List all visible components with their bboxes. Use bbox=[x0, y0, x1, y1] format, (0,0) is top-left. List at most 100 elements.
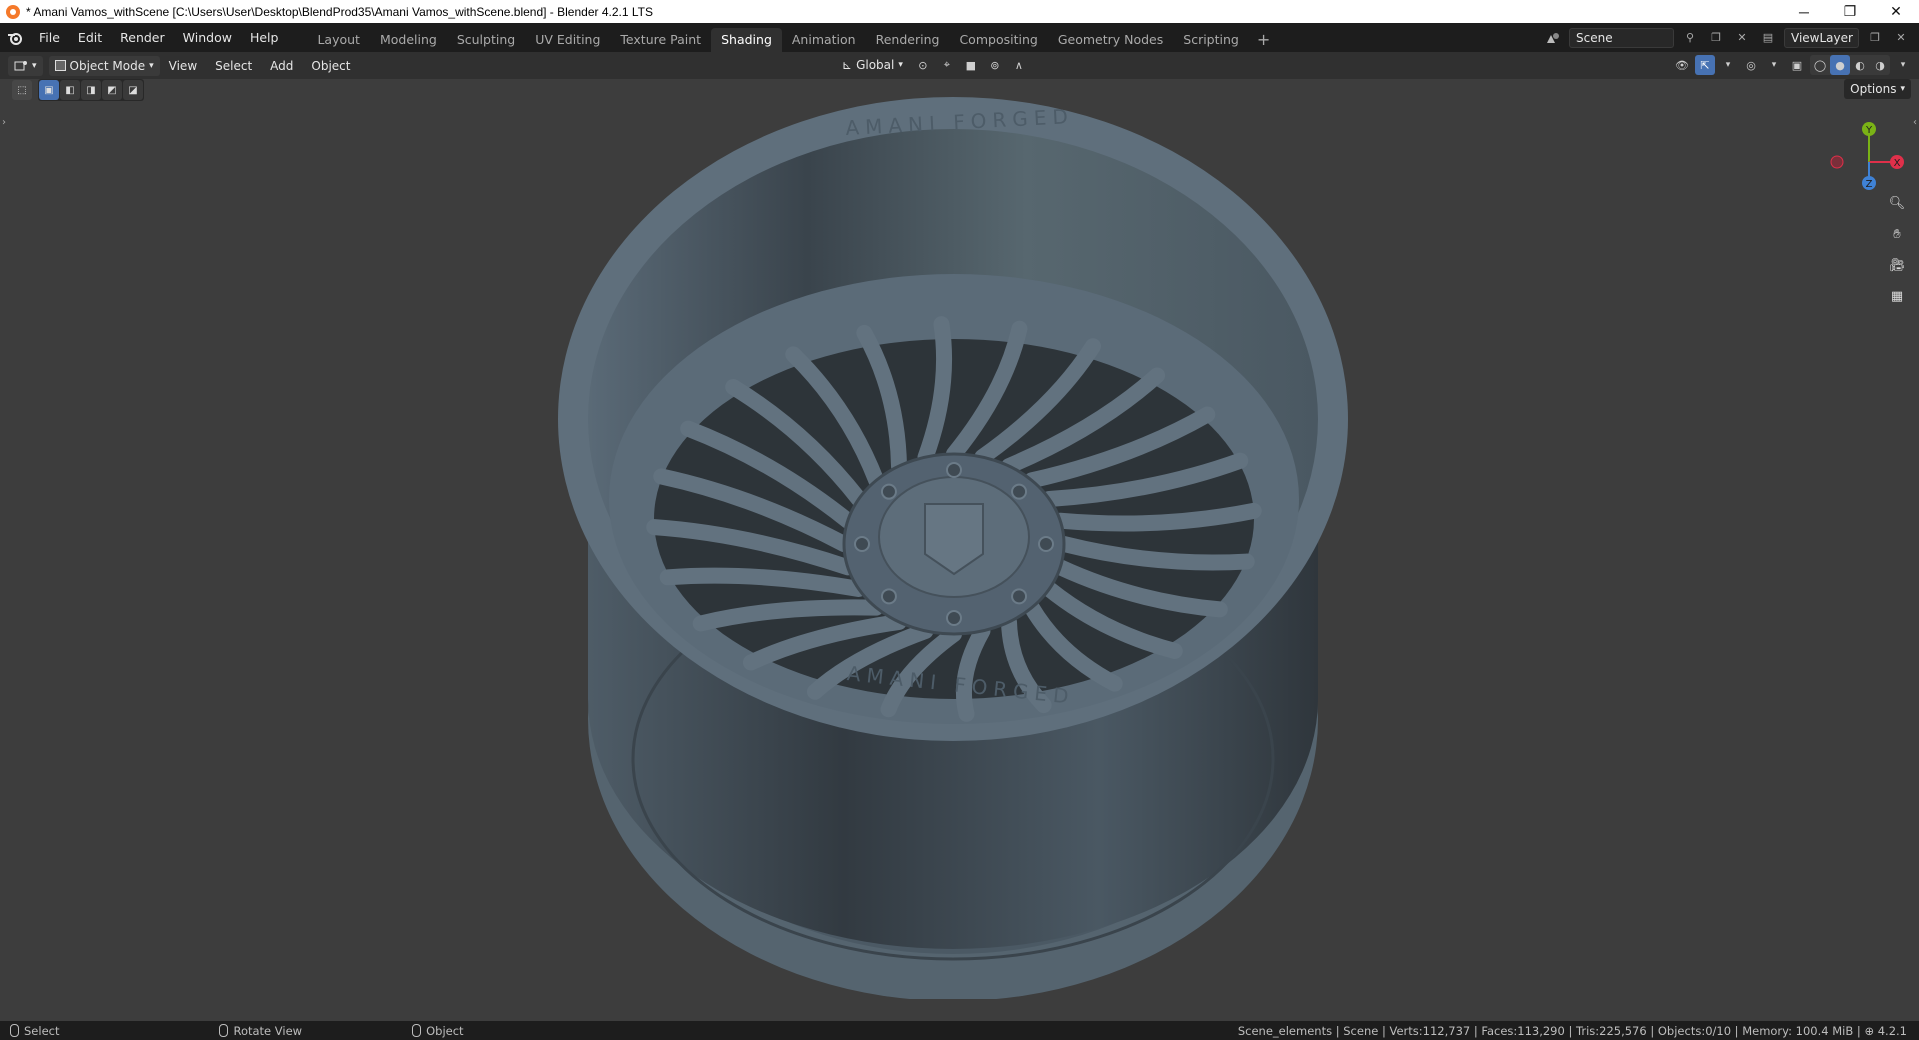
viewport-header: ▾ Object Mode ▾ View Select Add Object ⊾… bbox=[0, 52, 1919, 79]
menu-file[interactable]: File bbox=[30, 27, 69, 49]
rendered-shading-icon[interactable]: ◑ bbox=[1870, 55, 1890, 75]
menu-window[interactable]: Window bbox=[174, 27, 241, 49]
select-extend-icon[interactable]: ◧ bbox=[60, 80, 80, 100]
tab-texture-paint[interactable]: Texture Paint bbox=[610, 28, 711, 52]
mouse-left-icon bbox=[10, 1024, 19, 1037]
menu-render[interactable]: Render bbox=[111, 27, 174, 49]
mouse-right-icon bbox=[412, 1024, 422, 1037]
material-preview-icon[interactable]: ◐ bbox=[1850, 55, 1870, 75]
mode-label: Object Mode bbox=[69, 58, 146, 73]
gizmo-toggle-icon[interactable]: ⇱ bbox=[1695, 55, 1715, 75]
wireframe-shading-icon[interactable]: ◯ bbox=[1810, 55, 1830, 75]
select-subtract-icon[interactable]: ◨ bbox=[81, 80, 101, 100]
shading-dropdown-icon[interactable]: ▾ bbox=[1893, 55, 1913, 75]
version-label: 4.2.1 bbox=[1877, 1023, 1907, 1038]
window-titlebar: * Amani Vamos_withScene [C:\Users\User\D… bbox=[0, 0, 1919, 23]
lug-hole bbox=[1011, 483, 1028, 500]
mode-dropdown[interactable]: Object Mode ▾ bbox=[48, 55, 160, 76]
gizmo-x-label: X bbox=[1894, 158, 1901, 169]
new-view-layer-icon[interactable]: ❐ bbox=[1865, 28, 1885, 48]
scene-icon[interactable] bbox=[1543, 28, 1563, 48]
view-layer-icon[interactable]: ▤ bbox=[1758, 28, 1778, 48]
tab-animation[interactable]: Animation bbox=[782, 28, 866, 52]
chevron-down-icon: ▾ bbox=[1900, 84, 1905, 94]
blender-logo-icon[interactable] bbox=[0, 23, 30, 52]
lug-hole bbox=[1038, 536, 1054, 552]
viewport-menu-object[interactable]: Object bbox=[302, 56, 359, 76]
menu-help[interactable]: Help bbox=[241, 27, 288, 49]
viewport-display-tools: 👁 ⇱ ▾ ◎ ▾ ▣ ◯ ● ◐ ◑ ▾ bbox=[1672, 55, 1913, 75]
editor-type-dropdown[interactable]: ▾ bbox=[8, 55, 43, 76]
minimize-button[interactable]: ─ bbox=[1781, 0, 1827, 23]
navigation-gizmo[interactable]: Y X Z bbox=[1819, 117, 1919, 197]
scene-name-field[interactable]: Scene bbox=[1569, 27, 1674, 48]
toolbar-expand-arrow[interactable]: › bbox=[2, 117, 6, 128]
add-workspace-button[interactable]: + bbox=[1249, 28, 1278, 52]
gizmo-neg-x-axis[interactable] bbox=[1830, 155, 1844, 169]
pin-icon[interactable]: ⚲ bbox=[1680, 28, 1700, 48]
lug-hole bbox=[946, 610, 962, 626]
options-label: Options bbox=[1850, 82, 1897, 96]
select-tool-icon[interactable]: ⬚ bbox=[12, 80, 32, 100]
tab-modeling[interactable]: Modeling bbox=[370, 28, 447, 52]
xray-toggle-icon[interactable]: ▣ bbox=[1787, 55, 1807, 75]
select-new-icon[interactable]: ▣ bbox=[39, 80, 59, 100]
delete-view-layer-icon[interactable]: ✕ bbox=[1891, 28, 1911, 48]
new-scene-icon[interactable]: ❐ bbox=[1706, 28, 1726, 48]
tab-layout[interactable]: Layout bbox=[307, 28, 370, 52]
snap-target-icon[interactable]: ■ bbox=[961, 55, 981, 75]
wheel-3d-model[interactable]: AMANI FORGED AMANI FORGED bbox=[540, 89, 1380, 999]
status-object-hint: Object bbox=[412, 1023, 464, 1038]
zoom-icon[interactable]: 🔍︎ bbox=[1885, 191, 1909, 215]
overlay-dropdown-icon[interactable]: ▾ bbox=[1764, 55, 1784, 75]
globe-icon: ⊕ bbox=[1864, 1023, 1878, 1038]
status-object-label: Object bbox=[426, 1023, 464, 1038]
status-select-hint: Select bbox=[10, 1024, 59, 1038]
object-mode-icon bbox=[54, 60, 66, 71]
snap-icon[interactable]: ⌖ bbox=[937, 55, 957, 75]
perspective-toggle-icon[interactable]: ▦ bbox=[1885, 284, 1909, 308]
lug-hole bbox=[880, 483, 897, 500]
view-layer-field[interactable]: ViewLayer bbox=[1784, 27, 1859, 48]
close-button[interactable]: ✕ bbox=[1873, 0, 1919, 23]
pivot-point-icon[interactable]: ⊙ bbox=[913, 55, 933, 75]
solid-shading-icon[interactable]: ● bbox=[1830, 55, 1850, 75]
select-intersect-icon[interactable]: ◪ bbox=[123, 80, 143, 100]
tab-compositing[interactable]: Compositing bbox=[949, 28, 1047, 52]
selection-mode-group: ▣ ◧ ◨ ◩ ◪ bbox=[38, 79, 144, 101]
falloff-icon[interactable]: ∧ bbox=[1009, 55, 1029, 75]
window-title: * Amani Vamos_withScene [C:\Users\User\D… bbox=[26, 4, 653, 19]
shading-mode-group: ◯ ● ◐ ◑ bbox=[1810, 55, 1890, 75]
pan-hand-icon[interactable]: ✋︎ bbox=[1885, 222, 1909, 246]
3d-viewport[interactable]: ⬚ ▣ ◧ ◨ ◩ ◪ Options ▾ › ‹ Y X Z 🔍︎ ✋︎ 🎥︎… bbox=[0, 79, 1919, 1021]
select-invert-icon[interactable]: ◩ bbox=[102, 80, 122, 100]
tab-rendering[interactable]: Rendering bbox=[866, 28, 950, 52]
options-dropdown[interactable]: Options ▾ bbox=[1844, 79, 1911, 99]
blender-app-icon bbox=[6, 4, 20, 19]
stats-text: Scene_elements | Scene | Verts:112,737 |… bbox=[1237, 1023, 1861, 1038]
gizmo-z-label: Z bbox=[1866, 179, 1873, 190]
visibility-icon[interactable]: 👁 bbox=[1672, 55, 1692, 75]
gizmo-dropdown-icon[interactable]: ▾ bbox=[1718, 55, 1738, 75]
camera-view-icon[interactable]: 🎥︎ bbox=[1885, 253, 1909, 277]
lug-hole bbox=[946, 462, 962, 478]
delete-scene-icon[interactable]: ✕ bbox=[1732, 28, 1752, 48]
viewport-menu-select[interactable]: Select bbox=[206, 56, 261, 76]
viewport-menu-view[interactable]: View bbox=[160, 56, 206, 76]
tab-sculpting[interactable]: Sculpting bbox=[447, 28, 525, 52]
viewport-menu-add[interactable]: Add bbox=[261, 56, 302, 76]
navigation-buttons: 🔍︎ ✋︎ 🎥︎ ▦ bbox=[1885, 191, 1909, 308]
tab-geometry-nodes[interactable]: Geometry Nodes bbox=[1048, 28, 1173, 52]
tab-shading[interactable]: Shading bbox=[711, 28, 782, 52]
chevron-down-icon: ▾ bbox=[149, 60, 154, 71]
status-select-label: Select bbox=[24, 1023, 60, 1038]
tab-uv-editing[interactable]: UV Editing bbox=[525, 28, 610, 52]
proportional-edit-icon[interactable]: ⊚ bbox=[985, 55, 1005, 75]
menu-edit[interactable]: Edit bbox=[69, 27, 111, 49]
tab-scripting[interactable]: Scripting bbox=[1173, 28, 1249, 52]
restore-button[interactable]: ❐ bbox=[1827, 0, 1873, 23]
transform-tools: ⊾ Global ▾ ⊙ ⌖ ■ ⊚ ∧ bbox=[836, 55, 1029, 75]
orientation-dropdown[interactable]: ⊾ Global ▾ bbox=[836, 55, 909, 75]
status-rotate-label: Rotate View bbox=[233, 1023, 303, 1038]
overlay-toggle-icon[interactable]: ◎ bbox=[1741, 55, 1761, 75]
